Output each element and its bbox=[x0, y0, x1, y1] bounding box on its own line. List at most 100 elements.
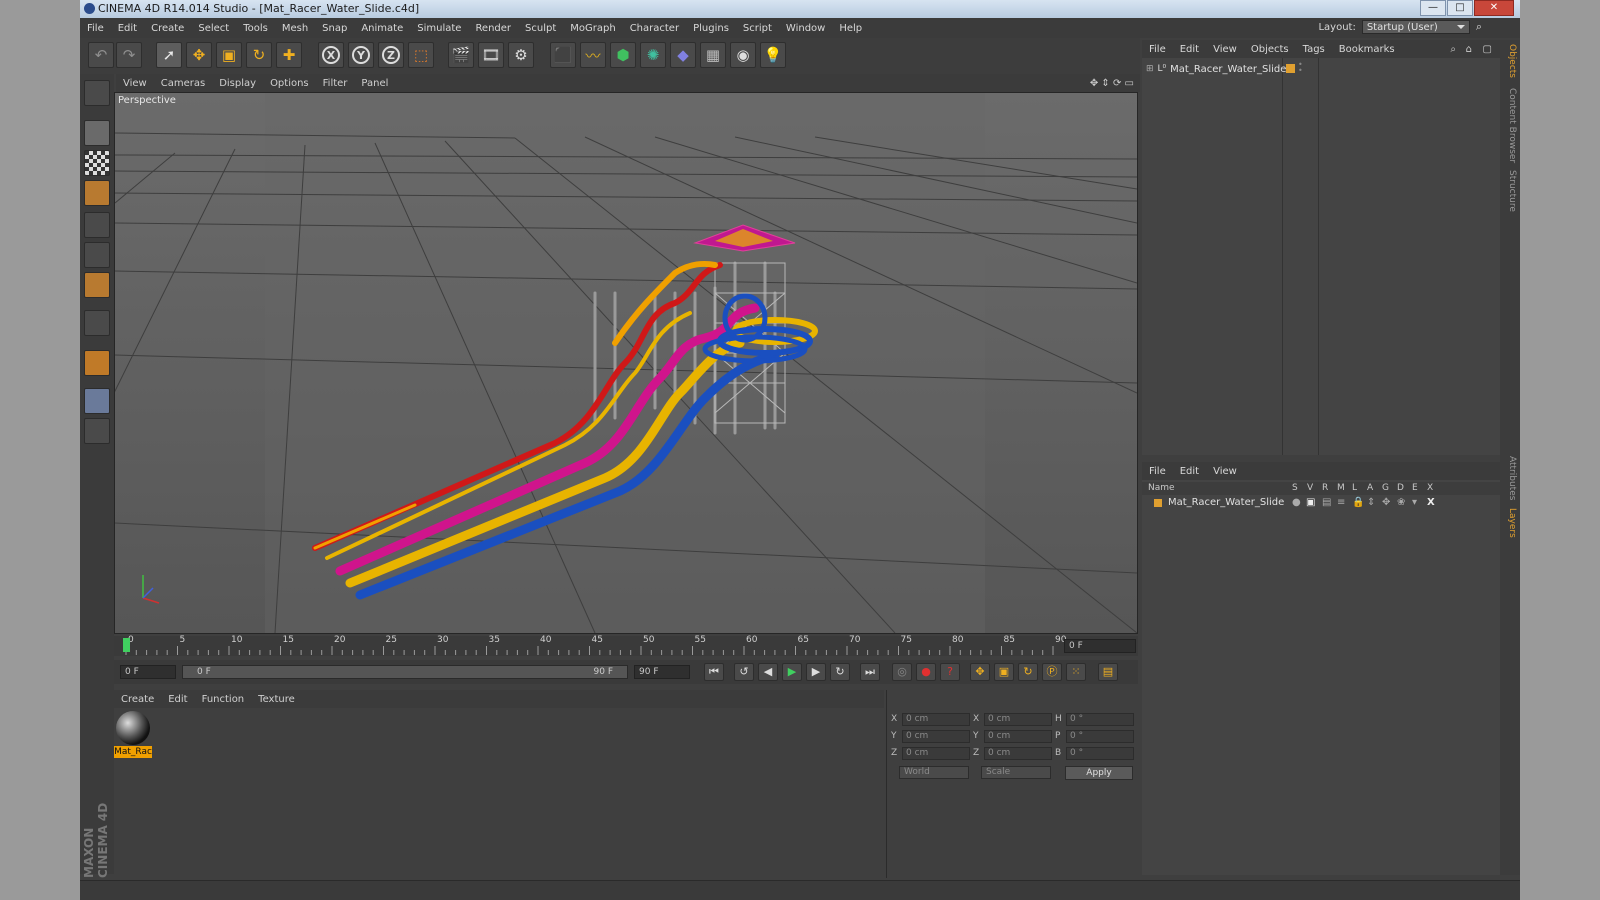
coord-pos-x-field[interactable]: 0 cm bbox=[902, 712, 970, 726]
menu-window[interactable]: Window bbox=[779, 23, 832, 34]
start-frame-field[interactable]: 0 F bbox=[120, 665, 176, 679]
go-to-start-icon[interactable]: ⏮ bbox=[704, 663, 724, 681]
col-solo[interactable]: S bbox=[1292, 483, 1298, 493]
model-mode-icon[interactable] bbox=[84, 120, 110, 146]
tab-attributes[interactable]: Attributes bbox=[1503, 456, 1517, 500]
material-swatch[interactable]: Mat_Rac bbox=[114, 710, 152, 758]
material-menu-create[interactable]: Create bbox=[114, 694, 161, 705]
subdivision-surface-icon[interactable]: ⬢ bbox=[610, 42, 636, 68]
auto-keying-icon[interactable]: ● bbox=[916, 663, 936, 681]
menu-character[interactable]: Character bbox=[623, 23, 686, 34]
coord-mode-select[interactable]: World bbox=[899, 766, 969, 779]
objects-menu-bookmarks[interactable]: Bookmarks bbox=[1332, 44, 1402, 55]
layer-expressions-icon[interactable]: ▾ bbox=[1412, 497, 1417, 508]
menu-create[interactable]: Create bbox=[144, 23, 191, 34]
x-axis-lock[interactable]: X bbox=[318, 42, 344, 68]
coord-size-x-field[interactable]: 0 cm bbox=[984, 712, 1052, 726]
col-deformers[interactable]: D bbox=[1397, 483, 1404, 493]
timeline-playhead[interactable] bbox=[123, 638, 130, 652]
current-frame-field[interactable]: 0 F bbox=[1064, 639, 1136, 653]
layer-color-tag[interactable] bbox=[1286, 64, 1295, 73]
close-button[interactable]: ✕ bbox=[1474, 0, 1514, 16]
col-expressions[interactable]: E bbox=[1412, 483, 1418, 493]
play-forward-icon[interactable]: ▶ bbox=[782, 663, 802, 681]
menu-snap[interactable]: Snap bbox=[315, 23, 354, 34]
polygons-mode-icon[interactable] bbox=[84, 272, 110, 298]
col-render[interactable]: R bbox=[1322, 483, 1328, 493]
perspective-viewport[interactable]: Perspective bbox=[114, 92, 1138, 634]
layer-animation-icon[interactable]: ⇕ bbox=[1367, 497, 1375, 508]
record-keys-icon[interactable]: ◎ bbox=[892, 663, 912, 681]
coord-rot-h-field[interactable]: 0 ° bbox=[1066, 712, 1134, 726]
viewport-nav-icons[interactable]: ✥ ⇕ ⟳ ▭ bbox=[1090, 78, 1134, 89]
layer-deformers-icon[interactable]: ❀ bbox=[1397, 497, 1405, 508]
col-generators[interactable]: G bbox=[1382, 483, 1389, 493]
tab-structure[interactable]: Structure bbox=[1503, 170, 1517, 212]
viewport-menu-display[interactable]: Display bbox=[212, 78, 263, 89]
layers-menu-file[interactable]: File bbox=[1142, 466, 1173, 477]
y-axis-lock[interactable]: Y bbox=[348, 42, 374, 68]
workplane-icon[interactable] bbox=[84, 388, 110, 414]
menu-help[interactable]: Help bbox=[832, 23, 869, 34]
rotate-tool-icon[interactable]: ↻ bbox=[246, 42, 272, 68]
live-selection-icon[interactable]: ➚ bbox=[156, 42, 182, 68]
texture-mode-icon[interactable] bbox=[84, 150, 110, 176]
expand-icon[interactable]: ⊞ bbox=[1146, 64, 1154, 74]
material-menu-texture[interactable]: Texture bbox=[251, 694, 302, 705]
layer-view-icon[interactable]: ▣ bbox=[1306, 497, 1315, 508]
coord-pos-y-field[interactable]: 0 cm bbox=[902, 729, 970, 743]
menu-animate[interactable]: Animate bbox=[354, 23, 410, 34]
move-tool-icon[interactable]: ✥ bbox=[186, 42, 212, 68]
cube-object-icon[interactable]: ⬛ bbox=[550, 42, 576, 68]
layout-select[interactable]: Startup (User) bbox=[1361, 20, 1470, 34]
layer-lock-icon[interactable]: 🔒 bbox=[1352, 497, 1364, 508]
timeline-window-icon[interactable]: ▤ bbox=[1098, 663, 1118, 681]
keyframe-selection-icon[interactable]: ? bbox=[940, 663, 960, 681]
tab-content-browser[interactable]: Content Browser bbox=[1503, 88, 1517, 163]
layer-render-icon[interactable]: ▤ bbox=[1322, 497, 1331, 508]
key-parameter-icon[interactable]: Ⓟ bbox=[1042, 663, 1062, 681]
frame-range-slider[interactable]: 0 F 90 F bbox=[182, 665, 628, 679]
objects-home-icon[interactable]: ⌂ bbox=[1466, 44, 1472, 55]
snap-icon[interactable] bbox=[84, 350, 110, 376]
material-menu-edit[interactable]: Edit bbox=[161, 694, 194, 705]
menu-select[interactable]: Select bbox=[191, 23, 236, 34]
locked-workplane-icon[interactable] bbox=[84, 418, 110, 444]
col-name[interactable]: Name bbox=[1148, 483, 1175, 493]
end-frame-field[interactable]: 90 F bbox=[634, 665, 690, 679]
key-position-icon[interactable]: ✥ bbox=[970, 663, 990, 681]
layers-menu-view[interactable]: View bbox=[1206, 466, 1244, 477]
coord-size-z-field[interactable]: 0 cm bbox=[984, 746, 1052, 760]
objects-menu-objects[interactable]: Objects bbox=[1244, 44, 1296, 55]
render-to-picture-viewer-icon[interactable]: 🎞 bbox=[478, 42, 504, 68]
menu-edit[interactable]: Edit bbox=[111, 23, 144, 34]
layer-row[interactable]: Mat_Racer_Water_Slide ● ▣ ▤ ≡ 🔒 ⇕ ✥ ❀ ▾ … bbox=[1142, 497, 1500, 511]
render-settings-icon[interactable]: ⚙ bbox=[508, 42, 534, 68]
menu-script[interactable]: Script bbox=[736, 23, 779, 34]
points-mode-icon[interactable] bbox=[84, 212, 110, 238]
coord-rot-p-field[interactable]: 0 ° bbox=[1066, 729, 1134, 743]
spline-pen-icon[interactable]: 〰 bbox=[580, 42, 606, 68]
objects-menu-file[interactable]: File bbox=[1142, 44, 1173, 55]
undo-icon[interactable]: ↶ bbox=[88, 42, 114, 68]
objects-new-window-icon[interactable]: ▢ bbox=[1483, 44, 1492, 55]
objects-menu-edit[interactable]: Edit bbox=[1173, 44, 1206, 55]
mograph-cloner-icon[interactable]: ✺ bbox=[640, 42, 666, 68]
next-frame-icon[interactable]: ▶ bbox=[806, 663, 826, 681]
timeline-ruler[interactable]: 0 5 10 15 20 25 30 35 40 45 50 55 60 65 70 75 80 85 90 0 F bbox=[114, 635, 1138, 656]
menu-render[interactable]: Render bbox=[468, 23, 518, 34]
z-axis-lock[interactable]: Z bbox=[378, 42, 404, 68]
floor-scene-icon[interactable]: ▦ bbox=[700, 42, 726, 68]
layer-color-swatch[interactable] bbox=[1154, 499, 1162, 507]
scale-tool-icon[interactable]: ▣ bbox=[216, 42, 242, 68]
layer-generators-icon[interactable]: ✥ bbox=[1382, 497, 1390, 508]
layer-solo-icon[interactable]: ● bbox=[1292, 497, 1301, 508]
key-pla-icon[interactable]: ⁙ bbox=[1066, 663, 1086, 681]
coord-size-y-field[interactable]: 0 cm bbox=[984, 729, 1052, 743]
axis-mode-icon[interactable] bbox=[84, 310, 110, 336]
recent-tool-icon[interactable]: ✚ bbox=[276, 42, 302, 68]
col-manager[interactable]: M bbox=[1337, 483, 1345, 493]
menu-mesh[interactable]: Mesh bbox=[275, 23, 315, 34]
search-icon[interactable]: ⌕ bbox=[1476, 20, 1482, 34]
make-editable-icon[interactable] bbox=[84, 80, 110, 106]
